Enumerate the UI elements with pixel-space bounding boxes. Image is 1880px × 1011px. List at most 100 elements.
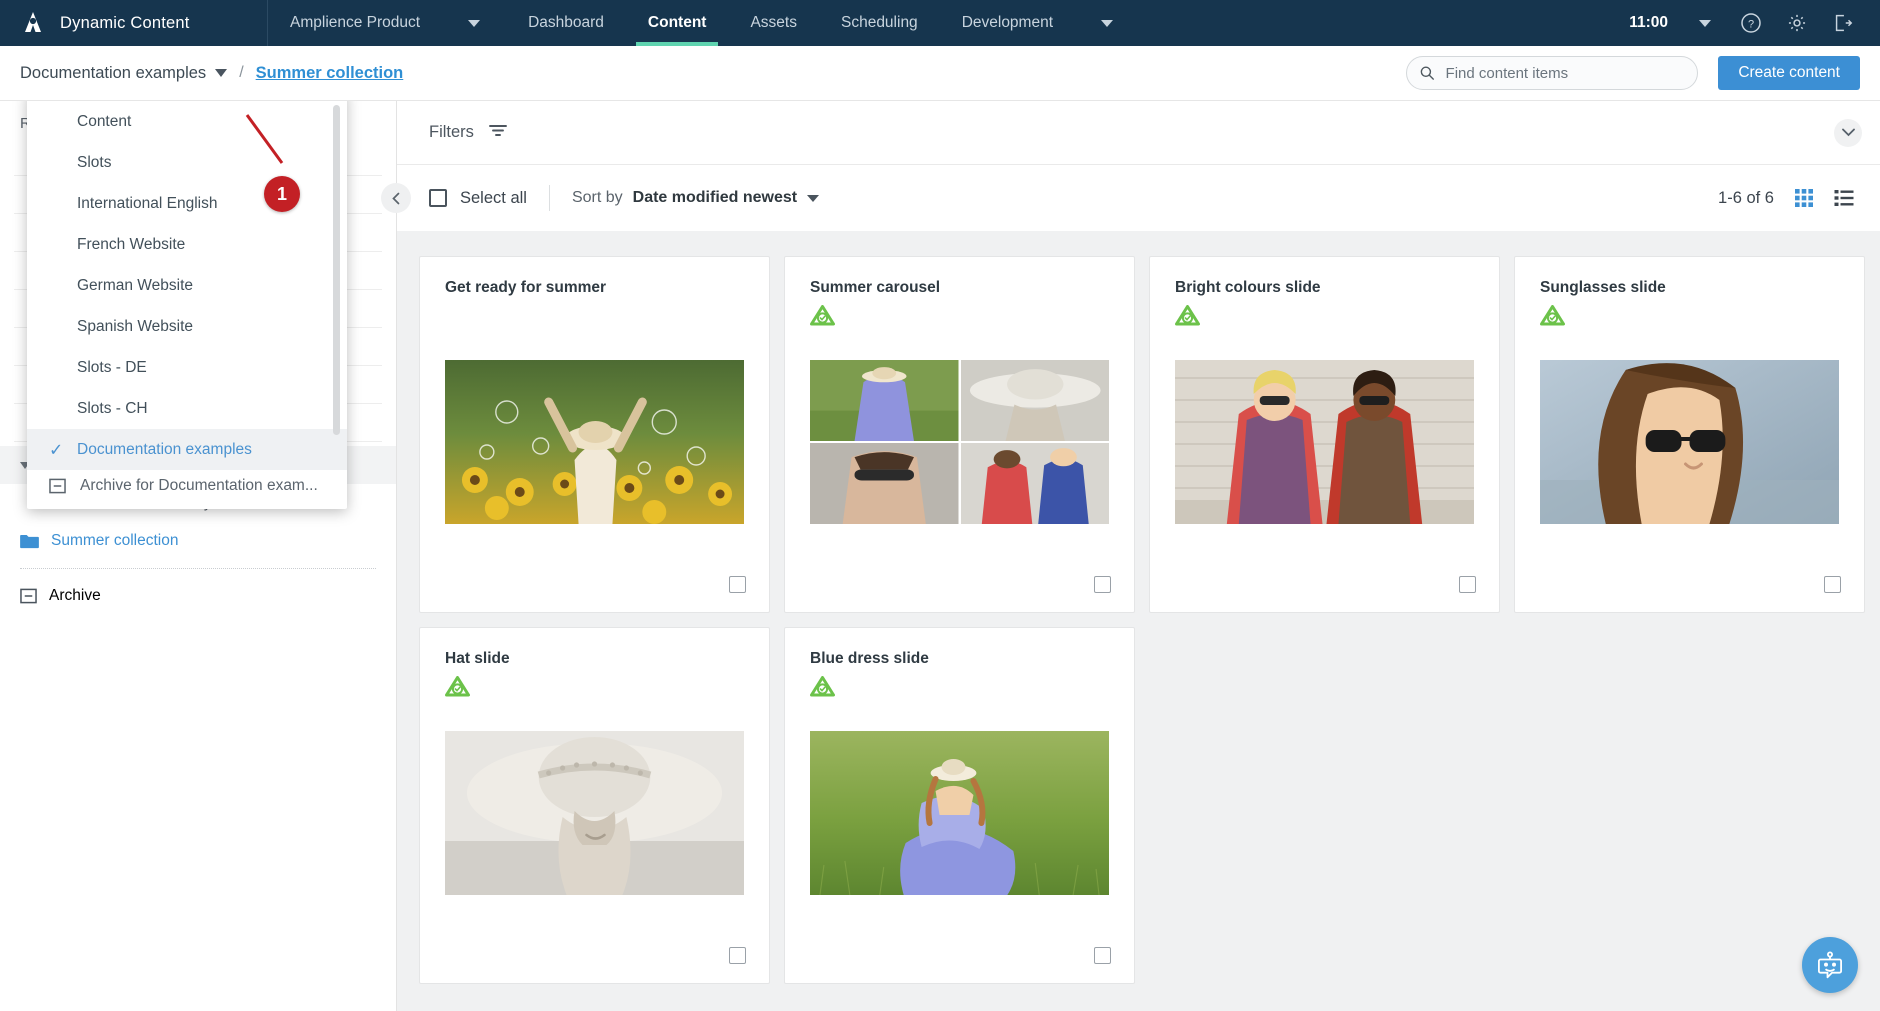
card-status: [785, 297, 1134, 331]
chevron-down-icon: [1101, 19, 1114, 27]
content-card[interactable]: Sunglasses slide: [1514, 256, 1865, 613]
grid-view-button[interactable]: [1794, 188, 1814, 208]
breadcrumb-root-label: Documentation examples: [20, 63, 207, 82]
sort-by-label: Sort by: [571, 189, 623, 206]
dropdown-item-spanish-website[interactable]: Spanish Website: [27, 306, 347, 347]
tab-scheduling[interactable]: Scheduling: [819, 0, 940, 46]
toolbar-divider: [548, 185, 550, 211]
card-thumbnail: [1175, 360, 1474, 524]
filter-icon[interactable]: [487, 122, 509, 143]
thumbnail-sunflower-woman: [445, 360, 744, 524]
gear-icon: [1788, 14, 1806, 32]
breadcrumb-separator: /: [239, 64, 244, 81]
content-card[interactable]: Get ready for summer: [419, 256, 770, 613]
main-nav: Amplience Product Dashboard Content Asse…: [268, 0, 1139, 46]
select-all-checkbox[interactable]: [429, 189, 447, 207]
breadcrumb-current-folder[interactable]: Summer collection: [256, 64, 404, 83]
published-cloud-icon: [810, 305, 835, 326]
thumbnail-two-women-bright: [1175, 360, 1474, 524]
card-status: [420, 668, 769, 702]
dropdown-item-german-website[interactable]: German Website: [27, 265, 347, 306]
chevron-left-icon: [391, 192, 399, 204]
chevron-down-icon[interactable]: [807, 194, 820, 202]
select-all-control[interactable]: Select all: [429, 189, 527, 208]
tree-divider: [20, 568, 376, 569]
breadcrumb-repository-selector[interactable]: Documentation examples: [20, 63, 228, 83]
chevron-down-icon: [215, 69, 228, 77]
dropdown-item-french-website[interactable]: French Website: [27, 224, 347, 265]
dropdown-item-slots[interactable]: Slots: [27, 142, 347, 183]
tab-dashboard[interactable]: Dashboard: [506, 0, 626, 46]
content-card[interactable]: Blue dress slide: [784, 627, 1135, 984]
left-navigation-panel: R Documentation examples DC Extension Pe…: [0, 91, 397, 1011]
collapse-left-panel-button[interactable]: [381, 183, 411, 213]
clock-display: 11:00: [1629, 14, 1668, 31]
main-body: R Documentation examples DC Extension Pe…: [0, 91, 1880, 1011]
brand-name: Dynamic Content: [60, 13, 190, 32]
card-status: [420, 297, 769, 331]
create-content-button[interactable]: Create content: [1718, 56, 1860, 90]
top-navigation-bar: Dynamic Content Amplience Product Dashbo…: [0, 0, 1880, 46]
card-thumbnail: [445, 360, 744, 524]
content-card[interactable]: Hat slide: [419, 627, 770, 984]
amplience-logo-icon: [25, 12, 41, 32]
dropdown-scrollbar[interactable]: [333, 105, 340, 435]
tree-row-summer-collection[interactable]: Summer collection: [0, 522, 396, 560]
card-select-checkbox[interactable]: [729, 576, 746, 593]
card-select-checkbox[interactable]: [729, 947, 746, 964]
sort-control: Sort by Date modified newest: [571, 189, 820, 207]
clock-dropdown-button[interactable]: [1682, 0, 1728, 46]
card-title: Bright colours slide: [1175, 279, 1321, 296]
product-selector[interactable]: Amplience Product: [268, 0, 442, 46]
logout-icon: [1835, 14, 1853, 32]
archive-icon: [20, 588, 37, 604]
content-toolbar: Select all Sort by Date modified newest …: [381, 165, 1880, 231]
dropdown-item-slots-ch[interactable]: Slots - CH: [27, 388, 347, 429]
search-box[interactable]: [1406, 56, 1699, 90]
published-cloud-icon: [1540, 305, 1565, 326]
toolbar-right-group: 1-6 of 6: [1718, 188, 1854, 208]
card-select-checkbox[interactable]: [1094, 576, 1111, 593]
card-select-checkbox[interactable]: [1459, 576, 1476, 593]
tab-content[interactable]: Content: [626, 0, 729, 46]
search-input[interactable]: [1445, 64, 1686, 82]
mosaic-cell: [810, 360, 959, 441]
archive-icon: [49, 478, 66, 493]
content-card[interactable]: Bright colours slide: [1149, 256, 1500, 613]
dropdown-item-label: Documentation examples: [77, 440, 252, 458]
sort-by-value[interactable]: Date modified newest: [633, 189, 797, 207]
card-status: [1150, 297, 1499, 331]
thumbnail-mosaic: [810, 360, 1109, 524]
chat-assistant-button[interactable]: [1802, 937, 1858, 993]
results-count: 1-6 of 6: [1718, 188, 1774, 207]
more-tabs-caret[interactable]: [1075, 0, 1139, 46]
content-card[interactable]: Summer carousel: [784, 256, 1135, 613]
help-button[interactable]: ?: [1728, 0, 1774, 46]
card-status: [1515, 297, 1864, 331]
content-browser-panel: Filters Select all Sort by Date modified…: [381, 101, 1880, 1011]
list-view-button[interactable]: [1834, 188, 1854, 208]
tab-assets[interactable]: Assets: [728, 0, 819, 46]
card-select-checkbox[interactable]: [1094, 947, 1111, 964]
tab-development[interactable]: Development: [940, 0, 1075, 46]
card-select-checkbox[interactable]: [1824, 576, 1841, 593]
brand-area[interactable]: Dynamic Content: [0, 0, 268, 46]
dropdown-item-slots-de[interactable]: Slots - DE: [27, 347, 347, 388]
collapse-filters-button[interactable]: [1834, 118, 1862, 147]
card-title: Sunglasses slide: [1540, 279, 1666, 296]
card-title: Hat slide: [445, 650, 510, 667]
settings-button[interactable]: [1774, 0, 1820, 46]
dropdown-item-documentation-examples[interactable]: ✓ Documentation examples: [27, 429, 347, 470]
dropdown-item-content[interactable]: Content: [27, 101, 347, 142]
callout-badge-1: 1: [264, 176, 300, 212]
logout-button[interactable]: [1820, 0, 1866, 46]
tree-row-archive[interactable]: Archive: [0, 577, 396, 615]
tree-label: Summer collection: [51, 532, 179, 549]
product-selector-caret[interactable]: [442, 0, 506, 46]
thumbnail-sunglasses-woman: [1540, 360, 1839, 524]
thumbnail-blue-dress-grass: [810, 731, 1109, 895]
chevron-down-icon: [468, 19, 481, 27]
help-icon: ?: [1741, 13, 1761, 33]
filters-label[interactable]: Filters: [429, 123, 474, 142]
topbar-right-actions: 11:00 ?: [1615, 0, 1880, 46]
